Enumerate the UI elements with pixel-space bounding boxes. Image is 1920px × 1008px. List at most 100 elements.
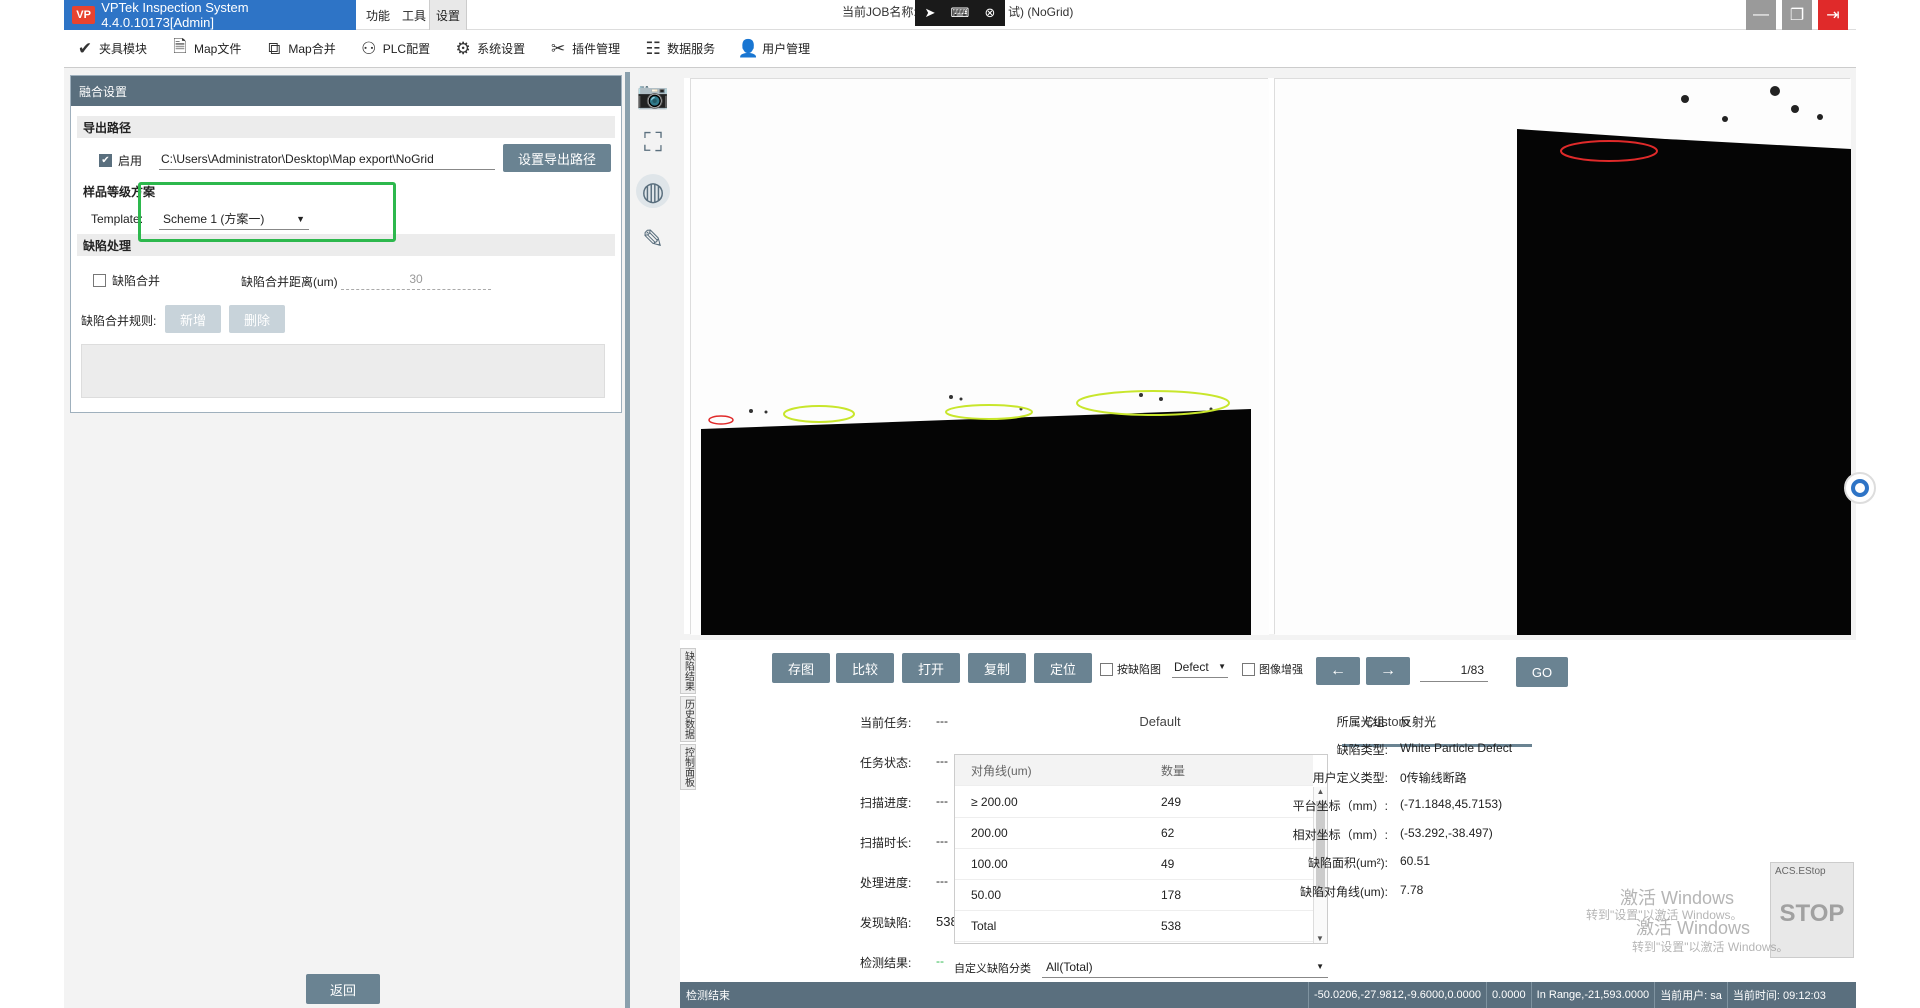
defect-type-label: 缺陷类型:: [1336, 743, 1388, 757]
keyboard-icon[interactable]: ⌨: [950, 3, 970, 23]
tab-default[interactable]: Default: [1110, 714, 1210, 729]
table-row[interactable]: Total 538: [955, 911, 1313, 942]
status-bar: 检测结束 -50.0206,-27.9812,-9.6000,0.0000 0.…: [680, 982, 1856, 1008]
toolbar-system-settings[interactable]: ⚙ 系统设置: [452, 38, 525, 60]
save-image-button[interactable]: 存图: [772, 653, 830, 683]
enable-export-checkbox[interactable]: ✔: [99, 154, 112, 167]
panel-header: 融合设置: [71, 76, 621, 106]
left-inspection-image: [691, 79, 1269, 635]
toolbar-fixture-module[interactable]: ✔ 夹具模块: [74, 38, 147, 60]
enable-label: 启用: [118, 154, 143, 168]
enable-export-row: ✔ 启用: [99, 152, 142, 169]
windows-watermark-sub-dup: 转到"设置"以激活 Windows。: [1632, 940, 1789, 954]
defect-diagonal-label: 缺陷对角线(um):: [1300, 885, 1388, 899]
current-task-value: ---: [936, 714, 948, 728]
scroll-up-icon[interactable]: ▲: [1314, 787, 1327, 796]
delete-rule-button[interactable]: 删除: [229, 305, 285, 333]
light-group-value: 反射光: [1400, 715, 1437, 729]
right-image-viewer[interactable]: [1274, 78, 1851, 635]
locate-button[interactable]: 定位: [1034, 653, 1092, 683]
ruler-icon[interactable]: ✎: [636, 222, 670, 256]
left-image-viewer[interactable]: [690, 78, 1269, 635]
export-path-input[interactable]: C:\Users\Administrator\Desktop\Map expor…: [159, 148, 495, 170]
by-defect-label: 按缺陷图: [1117, 664, 1161, 676]
platform-coord-label: 平台坐标（mm）:: [1292, 799, 1388, 813]
toolbar-map-file[interactable]: 🗎 Map文件: [169, 37, 241, 60]
remote-control-bar: ➤ ⌨ ⊗: [915, 0, 1005, 26]
toolbar-plc-config[interactable]: ⚇ PLC配置: [358, 38, 430, 60]
cursor-icon[interactable]: ➤: [920, 3, 940, 23]
camera-icon[interactable]: 📷: [636, 78, 670, 112]
image-enhance-checkbox[interactable]: [1242, 662, 1255, 676]
toolbar-data-service[interactable]: ☷ 数据服务: [642, 38, 716, 60]
gear-icon: ⚙: [455, 38, 471, 58]
fusion-settings-panel: 融合设置 导出路径 ✔ 启用 C:\Users\Administrator\De…: [70, 75, 622, 413]
estop-text: STOP: [1779, 900, 1845, 927]
estop-label: ACS.EStop: [1775, 866, 1826, 877]
image-enhance-label: 图像增强: [1259, 664, 1303, 676]
merge-rule-list[interactable]: [81, 344, 605, 398]
merge-rule-label: 缺陷合并规则:: [81, 314, 157, 328]
app-title-text: VPTek Inspection System 4.4.0.10173[Admi…: [101, 0, 249, 30]
set-export-path-button[interactable]: 设置导出路径: [503, 144, 611, 172]
page-input[interactable]: 1/83: [1420, 658, 1488, 682]
defect-area-label: 缺陷面积(um²):: [1308, 856, 1388, 870]
database-icon: ☷: [645, 38, 661, 58]
next-arrow-button[interactable]: →: [1366, 657, 1410, 685]
custom-class-select[interactable]: All(Total) ▼: [1042, 956, 1328, 978]
merge-icon: ⧉: [268, 38, 281, 58]
copy-button[interactable]: 复制: [968, 653, 1026, 683]
side-toolbar: 📷 ⛶ ◍ ✎: [630, 72, 674, 1008]
back-button[interactable]: 返回: [306, 974, 380, 1004]
open-button[interactable]: 打开: [902, 653, 960, 683]
fixture-icon: ✔: [77, 38, 93, 58]
tab-history-data[interactable]: 历史数据: [680, 696, 696, 742]
close-icon[interactable]: ⊗: [980, 3, 1000, 23]
toolbar-user-manager[interactable]: 👤 用户管理: [737, 38, 811, 60]
document-icon: 🗎: [173, 37, 187, 56]
scroll-down-icon[interactable]: ▼: [1314, 934, 1326, 943]
prev-arrow-button[interactable]: ←: [1316, 657, 1360, 685]
menu-function[interactable]: 功能: [360, 0, 396, 30]
export-path-section: 导出路径: [77, 116, 615, 138]
status-range: In Range,-21,593.0000: [1530, 982, 1655, 1008]
minimize-button[interactable]: —: [1746, 0, 1776, 30]
defect-area-value: 60.51: [1400, 854, 1431, 868]
status-user: 当前用户: sa: [1654, 982, 1727, 1008]
relative-coord-value: (-53.292,-38.497): [1400, 826, 1493, 840]
grid-map-icon[interactable]: ◍: [636, 174, 670, 208]
windows-watermark-dup: 激活 Windows: [1636, 918, 1751, 938]
compare-button[interactable]: 比较: [836, 653, 894, 683]
tab-defect-results[interactable]: 缺陷结果: [680, 648, 696, 694]
by-defect-row: 按缺陷图: [1100, 661, 1161, 677]
app-window: VP VPTek Inspection System 4.4.0.10173[A…: [64, 0, 1856, 1008]
exit-button[interactable]: ⇥: [1818, 0, 1848, 30]
defect-type-value: White Particle Defect: [1400, 741, 1513, 755]
toolbar-map-merge[interactable]: ⧉ Map合并: [263, 38, 335, 60]
defect-merge-checkbox[interactable]: [93, 274, 106, 287]
merge-distance-input[interactable]: 30: [341, 268, 491, 290]
restore-button[interactable]: ❐: [1782, 0, 1812, 30]
defect-type-select[interactable]: Defect ▼: [1172, 656, 1228, 678]
go-button[interactable]: GO: [1516, 657, 1568, 687]
menu-tools[interactable]: 工具: [396, 0, 432, 30]
toolbar-plugin-manager[interactable]: ✂ 插件管理: [547, 38, 620, 60]
status-value: 0.0000: [1485, 982, 1531, 1008]
floating-assistant-button[interactable]: [1844, 472, 1876, 504]
job-name-label: 当前JOB名称:: [842, 5, 917, 19]
right-inspection-image: [1275, 79, 1851, 635]
image-fit-icon[interactable]: ⛶: [636, 126, 670, 160]
add-rule-button[interactable]: 新增: [165, 305, 221, 333]
scan-duration-value: ---: [936, 834, 948, 848]
detect-result-label: 检测结果:: [860, 956, 912, 970]
template-label: Template:: [91, 212, 144, 226]
job-name-value: 试) (NoGrid): [1008, 5, 1074, 19]
menu-settings[interactable]: 设置: [429, 0, 468, 30]
by-defect-checkbox[interactable]: [1100, 662, 1113, 676]
detect-result-value: --: [936, 954, 944, 968]
status-message: 检测结束: [686, 990, 730, 1002]
defect-merge-label: 缺陷合并: [112, 274, 161, 288]
defect-merge-row: 缺陷合并: [93, 272, 160, 289]
task-status-value: ---: [936, 754, 948, 768]
tab-control-panel[interactable]: 控制面板: [680, 744, 696, 790]
